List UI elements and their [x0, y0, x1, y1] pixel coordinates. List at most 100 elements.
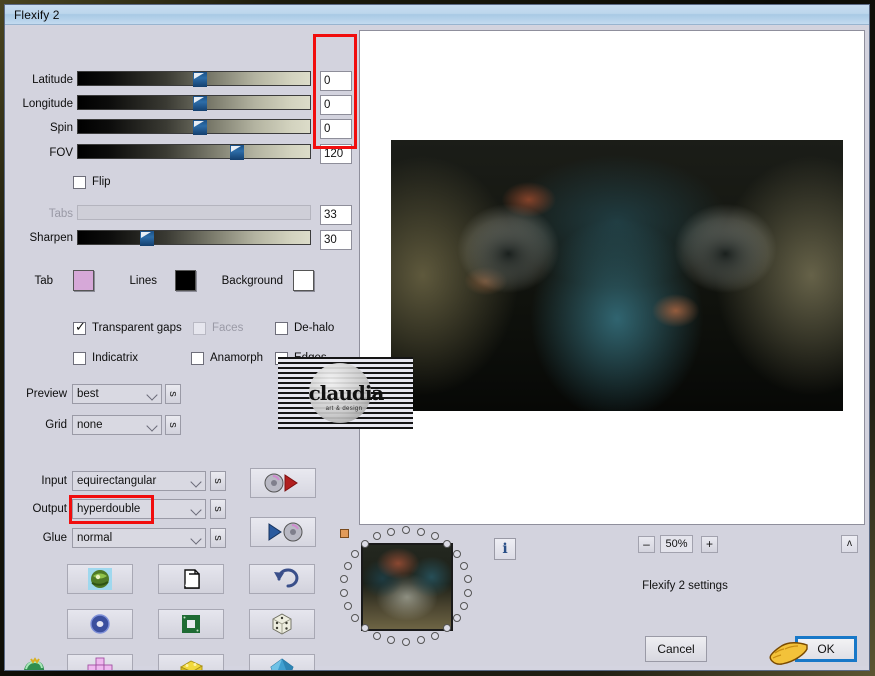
- value-sharpen[interactable]: 30: [320, 230, 352, 250]
- label-de-halo: De-halo: [294, 322, 335, 334]
- load-preset-button[interactable]: [250, 468, 316, 498]
- thumbnail-preview[interactable]: [361, 543, 453, 631]
- preview-s-button[interactable]: s: [165, 384, 181, 404]
- collapse-button[interactable]: ʌ: [841, 535, 858, 553]
- slider-sharpen-knob[interactable]: [140, 231, 154, 246]
- value-fov[interactable]: 120: [320, 144, 352, 164]
- label-spin: Spin: [49, 122, 73, 134]
- swatch-tab-color[interactable]: [73, 270, 94, 291]
- slider-latitude-knob[interactable]: [193, 72, 207, 87]
- checkbox-de-halo[interactable]: [275, 322, 288, 335]
- zoom-level-value[interactable]: 50%: [660, 535, 693, 553]
- orientation-ring-dot[interactable]: [387, 527, 396, 536]
- select-preview[interactable]: best: [72, 384, 162, 404]
- chevron-down-icon: [190, 476, 202, 488]
- watermark-subtext: art & design: [325, 406, 363, 412]
- cross-net-button[interactable]: [67, 654, 133, 670]
- orientation-ring-dot[interactable]: [463, 588, 472, 597]
- select-preview-value: best: [77, 388, 99, 400]
- select-input-value: equirectangular: [77, 475, 157, 487]
- select-grid[interactable]: none: [72, 415, 162, 435]
- orientation-ring-dot[interactable]: [373, 631, 382, 640]
- cube-icon: [180, 660, 203, 670]
- value-tabs[interactable]: 33: [320, 205, 352, 225]
- cancel-button[interactable]: Cancel: [645, 636, 707, 662]
- save-preset-button[interactable]: [250, 517, 316, 547]
- label-tabs: Tabs: [48, 208, 73, 220]
- undo-arrow-button[interactable]: [249, 564, 315, 594]
- play-disc-icon: [268, 522, 303, 542]
- undo-arrow-icon: [274, 568, 299, 588]
- slider-longitude[interactable]: [77, 95, 311, 111]
- label-input: Input: [41, 475, 67, 487]
- torus-button[interactable]: [67, 609, 133, 639]
- grid-s-button[interactable]: s: [165, 415, 181, 435]
- label-indicatrix: Indicatrix: [92, 352, 139, 364]
- label-flip: Flip: [92, 176, 111, 188]
- slider-spin-knob[interactable]: [193, 120, 207, 135]
- orientation-ring-dot[interactable]: [459, 601, 468, 610]
- dice-icon: [272, 613, 292, 635]
- slider-sharpen[interactable]: [77, 230, 311, 246]
- glue-s-button[interactable]: s: [210, 528, 226, 548]
- chevron-down-icon: [190, 533, 202, 545]
- orientation-ring-dot[interactable]: [360, 540, 369, 549]
- settings-panel: Latitude 0 Longitude 0 Spin 0 FOV 120 Fl…: [7, 26, 355, 670]
- watermark-text: claudia: [308, 381, 385, 405]
- slider-longitude-knob[interactable]: [193, 96, 207, 111]
- checkbox-indicatrix[interactable]: [73, 352, 86, 365]
- select-output[interactable]: hyperdouble: [72, 499, 206, 519]
- green-tag-icon[interactable]: [19, 656, 47, 671]
- slider-spin[interactable]: [77, 119, 311, 135]
- polyhedron-icon: [270, 658, 294, 670]
- square-frame-icon: [182, 615, 200, 633]
- zoom-out-button[interactable]: –: [638, 536, 655, 553]
- orientation-ring-dot[interactable]: [430, 631, 439, 640]
- swatch-lines-color[interactable]: [175, 270, 196, 291]
- slider-fov[interactable]: [77, 144, 311, 160]
- zoom-in-button[interactable]: +: [701, 536, 718, 553]
- slider-fov-knob[interactable]: [230, 145, 244, 160]
- orientation-ring-dot[interactable]: [360, 623, 369, 632]
- copy-pages-button[interactable]: [158, 564, 224, 594]
- orientation-ring-dot[interactable]: [463, 575, 472, 584]
- select-grid-value: none: [77, 419, 103, 431]
- label-longitude: Longitude: [22, 98, 73, 110]
- copy-pages-icon: [184, 569, 200, 589]
- thumbnail-anchor-handle[interactable]: [340, 529, 349, 538]
- cross-net-icon: [87, 657, 113, 670]
- preview-canvas[interactable]: [359, 30, 865, 525]
- output-s-button[interactable]: s: [210, 499, 226, 519]
- globe-icon: [88, 568, 112, 590]
- cube-button[interactable]: [158, 654, 224, 670]
- select-glue[interactable]: normal: [72, 528, 206, 548]
- dice-button[interactable]: [249, 609, 315, 639]
- select-input[interactable]: equirectangular: [72, 471, 206, 491]
- swatch-background-color[interactable]: [293, 270, 314, 291]
- value-longitude[interactable]: 0: [320, 95, 352, 115]
- label-latitude: Latitude: [32, 74, 73, 86]
- slider-latitude[interactable]: [77, 71, 311, 87]
- preview-image: [391, 140, 843, 411]
- orientation-ring-dot[interactable]: [443, 623, 452, 632]
- square-frame-button[interactable]: [158, 609, 224, 639]
- orientation-ring-dot[interactable]: [344, 601, 353, 610]
- orientation-ring-dot[interactable]: [453, 613, 462, 622]
- value-latitude[interactable]: 0: [320, 71, 352, 91]
- value-spin[interactable]: 0: [320, 119, 352, 139]
- label-transparent-gaps: Transparent gaps: [92, 322, 182, 334]
- orientation-ring-dot[interactable]: [350, 613, 359, 622]
- chevron-down-icon: [146, 389, 158, 401]
- checkbox-anamorph[interactable]: [191, 352, 204, 365]
- info-button[interactable]: i: [494, 538, 516, 560]
- orientation-ring-dot[interactable]: [402, 526, 410, 534]
- polyhedron-button[interactable]: [249, 654, 315, 670]
- checkbox-flip[interactable]: [73, 176, 86, 189]
- orientation-ring-dot[interactable]: [402, 638, 410, 646]
- checkbox-transparent-gaps[interactable]: ✓: [73, 321, 86, 335]
- label-sharpen: Sharpen: [29, 232, 73, 244]
- label-fov: FOV: [49, 147, 73, 159]
- input-s-button[interactable]: s: [210, 471, 226, 491]
- orientation-ring-dot[interactable]: [416, 527, 425, 536]
- globe-thumbnail-button[interactable]: [67, 564, 133, 594]
